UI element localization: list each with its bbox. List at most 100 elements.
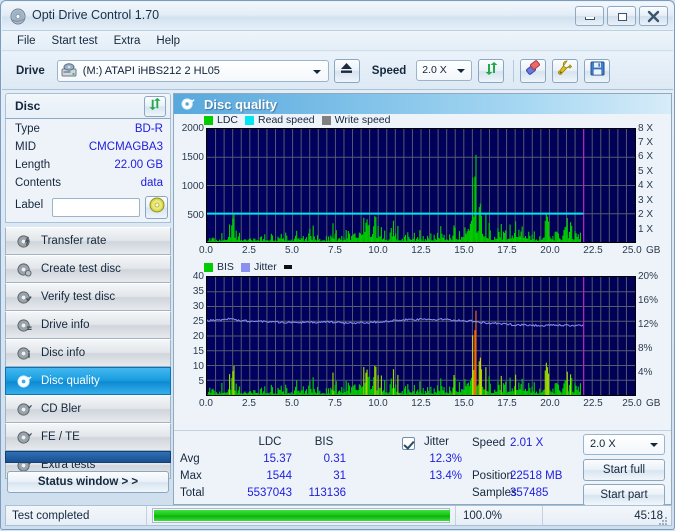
drive-select[interactable]: (M:) ATAPI iHBS212 2 HL05 xyxy=(56,59,329,82)
progress-bar xyxy=(152,508,450,523)
sidebar-item-disc-info[interactable]: Disc info xyxy=(5,339,171,367)
sidebar-item-label: CD Bler xyxy=(41,403,82,415)
chart-bis-y2tick: 12% xyxy=(638,319,659,330)
legend-label-write-speed: Write speed xyxy=(334,114,391,126)
chart-ldc-xtick: 10.0 xyxy=(368,245,388,256)
stats-jitter-max: 13.4% xyxy=(429,470,462,482)
disc-info-body: Type BD-R MID CMCMAGBA3 Length 22.00 GB … xyxy=(5,119,171,223)
resize-grip-icon[interactable] xyxy=(658,513,668,525)
sidebar-item-label: Transfer rate xyxy=(41,235,107,247)
disc-length-value: 22.00 GB xyxy=(114,159,163,171)
menu-file[interactable]: File xyxy=(10,33,43,49)
disc-label-button[interactable] xyxy=(145,196,168,219)
progress-percent: 100.0% xyxy=(463,509,503,522)
window-controls xyxy=(575,6,668,26)
disc-transfer-icon xyxy=(16,233,33,250)
chart-bis-xtick: 10.0 xyxy=(368,398,388,409)
toolbar: Drive (M:) ATAPI iHBS212 2 HL05 Speed 2.… xyxy=(2,52,673,90)
drive-info-icon xyxy=(16,317,33,334)
sidebar-item-cd-bler[interactable]: CD Bler xyxy=(5,395,171,423)
chart-ldc-xtick: 17.5 xyxy=(497,245,517,256)
maximize-button[interactable] xyxy=(607,6,636,26)
jitter-checkbox[interactable] xyxy=(402,437,415,450)
chart-ldc-xtick: 0.0 xyxy=(199,245,213,256)
legend-label-ldc: LDC xyxy=(217,114,239,126)
status-message-cell: Test completed xyxy=(6,505,146,526)
menu-start-test[interactable]: Start test xyxy=(45,33,105,49)
disc-contents-value: data xyxy=(140,177,163,189)
chevron-down-icon xyxy=(312,69,321,74)
chart-ldc-xtick: 20.0 xyxy=(540,245,560,256)
stats-ldc-total: 5537043 xyxy=(247,487,292,499)
stats-header-jitter: Jitter xyxy=(424,436,449,448)
panel-title: Disc quality xyxy=(204,96,277,112)
sidebar-item-disc-quality[interactable]: Disc quality xyxy=(5,367,171,395)
start-full-button[interactable]: Start full xyxy=(583,459,665,481)
sidebar-item-verify-test-disc[interactable]: Verify test disc xyxy=(5,283,171,311)
legend-swatch-bis xyxy=(204,262,213,272)
sidebar-item-create-test-disc[interactable]: Create test disc xyxy=(5,255,171,283)
chart-bis-xtick: 12.5 xyxy=(411,398,431,409)
sidebar-item-label: FE / TE xyxy=(41,431,80,443)
chart-bis-xtick: 0.0 xyxy=(199,398,213,409)
tools-icon xyxy=(557,60,573,81)
disc-mid-label: MID xyxy=(15,141,37,153)
status-window-button[interactable]: Status window > > xyxy=(7,471,169,493)
chart-ldc-y2tick: 7 X xyxy=(638,137,654,148)
stats-row-avg: Avg xyxy=(180,453,200,465)
window-title: Opti Drive Control 1.70 xyxy=(32,8,160,22)
eject-button[interactable] xyxy=(333,58,360,83)
eraser-icon xyxy=(525,60,541,81)
fe-te-icon xyxy=(16,429,33,446)
disc-row-length: Length 22.00 GB xyxy=(6,159,172,177)
stats-speed-select[interactable]: 2.0 X xyxy=(583,434,665,455)
chart-ldc-y2tick: 4 X xyxy=(638,180,654,191)
chart-bis-xtick: 7.5 xyxy=(328,398,342,409)
stats-row-total: Total xyxy=(180,487,205,499)
chevron-down-icon xyxy=(650,443,658,447)
start-part-button[interactable]: Start part xyxy=(583,484,665,506)
legend-label-jitter: Jitter xyxy=(253,261,277,273)
tools-button[interactable] xyxy=(552,58,579,83)
sidebar-item-transfer-rate[interactable]: Transfer rate xyxy=(5,227,171,255)
drive-label: Drive xyxy=(16,64,45,77)
disc-label-input[interactable] xyxy=(52,198,140,217)
elapsed-cell: 45:18 xyxy=(543,505,671,526)
minimize-icon xyxy=(585,17,595,20)
sidebar-item-label: Drive info xyxy=(41,319,90,331)
sidebar-item-label: Create test disc xyxy=(41,263,121,275)
menu-help[interactable]: Help xyxy=(149,33,187,49)
close-button[interactable] xyxy=(639,6,668,26)
refresh-button[interactable] xyxy=(478,58,505,83)
toolbar-speed-select[interactable]: 2.0 X xyxy=(416,60,473,81)
chart-bis-ytick: 25 xyxy=(192,316,204,327)
menu-extra[interactable]: Extra xyxy=(107,33,148,49)
progress-cell xyxy=(147,505,455,526)
disc-refresh-button[interactable] xyxy=(144,96,166,117)
stats-speed-select-value: 2.0 X xyxy=(590,438,616,450)
menu-bar: File Start test Extra Help xyxy=(2,31,673,51)
chart-ldc-ytick: 500 xyxy=(187,210,204,221)
chart-ldc-y2tick: 8 X xyxy=(638,123,654,134)
stats-jitter-avg: 12.3% xyxy=(429,453,462,465)
minimize-button[interactable] xyxy=(575,6,604,26)
chart-bis-xtick: 2.5 xyxy=(242,398,256,409)
erase-button[interactable] xyxy=(520,58,547,83)
toolbar-speed-value: 2.0 X xyxy=(422,64,447,76)
sidebar-item-fe-te[interactable]: FE / TE xyxy=(5,423,171,451)
chart-bis-xtick: 20.0 xyxy=(540,398,560,409)
save-button[interactable] xyxy=(584,58,611,83)
chart-bis-xtick: 25.0 xyxy=(622,398,642,409)
chart-bis-xtick: 22.5 xyxy=(583,398,603,409)
legend-label-read-speed: Read speed xyxy=(258,114,315,126)
disc-quality-icon xyxy=(181,97,195,111)
title-bar: Opti Drive Control 1.70 xyxy=(2,2,673,31)
chart-bis-y2tick: 8% xyxy=(638,343,653,354)
save-icon xyxy=(590,61,605,81)
sidebar-item-drive-info[interactable]: Drive info xyxy=(5,311,171,339)
chart-ldc-y2tick: 2 X xyxy=(638,209,654,220)
stats-ldc-avg: 15.37 xyxy=(263,453,292,465)
disc-row-mid: MID CMCMAGBA3 xyxy=(6,141,172,159)
chart-ldc-plot xyxy=(206,128,636,243)
cd-bler-icon xyxy=(16,401,33,418)
